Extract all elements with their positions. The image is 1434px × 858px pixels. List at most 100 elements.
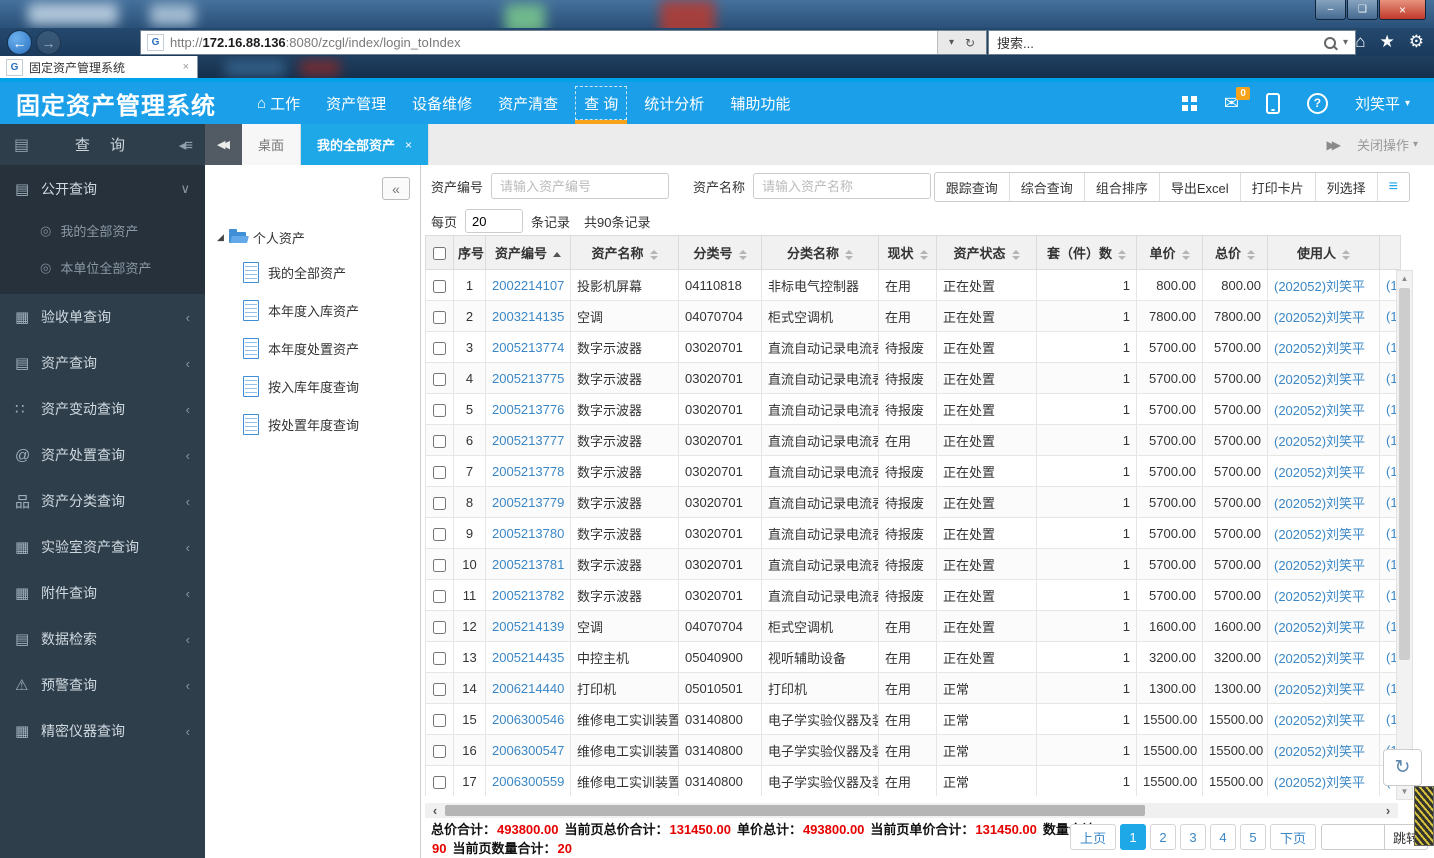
sidebar-item-attachment-query[interactable]: ▦ 附件查询 ‹	[0, 570, 205, 616]
column-header-9[interactable]: 总价	[1202, 235, 1268, 270]
cell-link[interactable]: 2006300546	[485, 703, 571, 735]
cell-link[interactable]: 2006214440	[485, 672, 571, 704]
tree-item-2[interactable]: 本年度处置资产	[217, 329, 418, 367]
column-header-6[interactable]: 资产状态	[936, 235, 1037, 270]
asset-name-input[interactable]	[753, 173, 932, 199]
toolbar-button-5[interactable]: 列选择	[1316, 173, 1378, 201]
sidebar-item-asset-change-query[interactable]: ∷ 资产变动查询 ‹	[0, 386, 205, 432]
cell-link[interactable]: 2005213779	[485, 486, 571, 518]
home-icon[interactable]: ⌂	[1355, 30, 1365, 53]
sidebar-item-acceptance-form-query[interactable]: ▦ 验收单查询 ‹	[0, 294, 205, 340]
prev-page-button[interactable]: 上页	[1069, 824, 1116, 850]
user-menu[interactable]: 刘笑平 ▾	[1355, 93, 1410, 114]
cell-link[interactable]: 2005213778	[485, 455, 571, 487]
row-checkbox[interactable]	[433, 651, 446, 665]
cell-link[interactable]: (202052)刘笑平	[1267, 641, 1380, 673]
cell-link[interactable]: (202052)刘笑平	[1267, 393, 1380, 425]
toolbar-button-0[interactable]: 跟踪查询	[935, 173, 1010, 201]
refresh-icon[interactable]: ↻	[965, 36, 975, 50]
toolbar-button-3[interactable]: 导出Excel	[1160, 173, 1241, 201]
tree-item-0[interactable]: 我的全部资产	[217, 253, 418, 291]
cell-link[interactable]: (202052)刘笑平	[1267, 300, 1380, 332]
more-menu-button[interactable]: ≡	[1378, 173, 1409, 201]
browser-tab[interactable]: G 固定资产管理系统 ×	[0, 56, 198, 78]
row-checkbox[interactable]	[433, 496, 446, 510]
scroll-tabs-right-button[interactable]: ▶▶	[1326, 138, 1341, 152]
row-checkbox[interactable]	[433, 310, 446, 324]
row-checkbox[interactable]	[433, 403, 446, 417]
sidebar-item-warning-query[interactable]: ⚠ 预警查询 ‹	[0, 662, 205, 708]
sidebar-item-public-query[interactable]: ▤ 公开查询 ∨	[0, 166, 205, 212]
cell-link[interactable]: 2005213777	[485, 424, 571, 456]
column-header-1[interactable]: 资产编号	[485, 235, 571, 270]
cell-link[interactable]: (202052)刘笑平	[1267, 610, 1380, 642]
tree-expander-icon[interactable]: ◢	[217, 232, 224, 243]
apps-grid-icon[interactable]	[1181, 95, 1197, 111]
refresh-grid-button[interactable]: ↻	[1383, 749, 1422, 786]
cell-link[interactable]: 2005214139	[485, 610, 571, 642]
nav-item-6[interactable]: 辅助功能	[717, 82, 803, 124]
mobile-icon[interactable]	[1265, 92, 1280, 114]
close-button[interactable]: ×	[1379, 0, 1426, 20]
scroll-up-icon[interactable]: ▲	[1397, 271, 1412, 286]
cell-link[interactable]: 2005213780	[485, 517, 571, 549]
cell-link[interactable]: (202052)刘笑平	[1267, 486, 1380, 518]
toolbar-button-2[interactable]: 组合排序	[1085, 173, 1160, 201]
scroll-left-icon[interactable]: ‹	[425, 803, 445, 818]
column-header-8[interactable]: 单价	[1136, 235, 1203, 270]
cell-link[interactable]: 2006300547	[485, 734, 571, 766]
column-header-10[interactable]: 使用人	[1267, 235, 1380, 270]
sidebar-item-precision-instrument-query[interactable]: ▦ 精密仪器查询 ‹	[0, 708, 205, 754]
tab-close-icon[interactable]: ×	[405, 138, 412, 152]
cell-link[interactable]: (202052)刘笑平	[1267, 734, 1380, 766]
row-checkbox[interactable]	[433, 713, 446, 727]
collapse-tree-button[interactable]: «	[382, 177, 410, 200]
page-button-2[interactable]: 2	[1149, 824, 1176, 850]
tab-close-icon[interactable]: ×	[175, 61, 197, 73]
nav-item-1[interactable]: 资产管理	[313, 82, 399, 124]
sidebar-item-data-search[interactable]: ▤ 数据检索 ‹	[0, 616, 205, 662]
row-checkbox[interactable]	[433, 620, 446, 634]
sidebar-item-lab-asset-query[interactable]: ▦ 实验室资产查询 ‹	[0, 524, 205, 570]
tree-item-1[interactable]: 本年度入库资产	[217, 291, 418, 329]
select-all-checkbox[interactable]	[433, 247, 446, 261]
cell-link[interactable]: (202052)刘笑平	[1267, 765, 1380, 796]
sidebar-collapse-icon[interactable]: ◂≡	[179, 136, 193, 154]
sidebar-subitem[interactable]: ◎ 本单位全部资产	[0, 249, 205, 286]
row-checkbox[interactable]	[433, 744, 446, 758]
help-icon[interactable]: ?	[1306, 92, 1328, 114]
row-checkbox[interactable]	[433, 682, 446, 696]
toolbar-button-4[interactable]: 打印卡片	[1241, 173, 1316, 201]
row-checkbox[interactable]	[433, 279, 446, 293]
cell-link[interactable]: (202052)刘笑平	[1267, 269, 1380, 301]
close-operations-dropdown[interactable]: 关闭操作 ▾	[1357, 135, 1418, 154]
cell-link[interactable]: 2006300559	[485, 765, 571, 796]
jump-page-input[interactable]	[1320, 824, 1385, 850]
cell-link[interactable]: (202052)刘笑平	[1267, 362, 1380, 394]
scroll-right-icon[interactable]: ›	[1378, 803, 1398, 818]
vertical-scrollbar-thumb[interactable]	[1399, 288, 1410, 660]
per-page-input[interactable]	[465, 209, 524, 233]
cell-link[interactable]: 2002214107	[485, 269, 571, 301]
messages-button[interactable]: ✉ 0	[1224, 87, 1250, 112]
cell-link[interactable]: (202052)刘笑平	[1267, 672, 1380, 704]
cell-link[interactable]: 2005213782	[485, 579, 571, 611]
settings-gear-icon[interactable]: ⚙	[1409, 30, 1424, 53]
row-checkbox[interactable]	[433, 372, 446, 386]
cell-link[interactable]: 2005213774	[485, 331, 571, 363]
sidebar-item-asset-query[interactable]: ▤ 资产查询 ‹	[0, 340, 205, 386]
scroll-tabs-left-button[interactable]: ◀◀	[205, 124, 242, 165]
tab-my-assets[interactable]: 我的全部资产 ×	[301, 124, 430, 165]
cell-link[interactable]: 2003214135	[485, 300, 571, 332]
nav-item-4[interactable]: 查 询	[571, 82, 631, 124]
cell-link[interactable]: 2005214435	[485, 641, 571, 673]
nav-item-5[interactable]: 统计分析	[631, 82, 717, 124]
page-button-4[interactable]: 4	[1209, 824, 1236, 850]
tab-desktop[interactable]: 桌面	[242, 124, 302, 165]
horizontal-scrollbar[interactable]: ‹ ›	[425, 803, 1398, 818]
tree-root-node[interactable]: ◢ 个人资产	[217, 221, 418, 253]
next-page-button[interactable]: 下页	[1269, 824, 1316, 850]
nav-item-3[interactable]: 资产清查	[485, 82, 571, 124]
cell-link[interactable]: (202052)刘笑平	[1267, 424, 1380, 456]
sidebar-item-asset-disposal-query[interactable]: @ 资产处置查询 ‹	[0, 432, 205, 478]
